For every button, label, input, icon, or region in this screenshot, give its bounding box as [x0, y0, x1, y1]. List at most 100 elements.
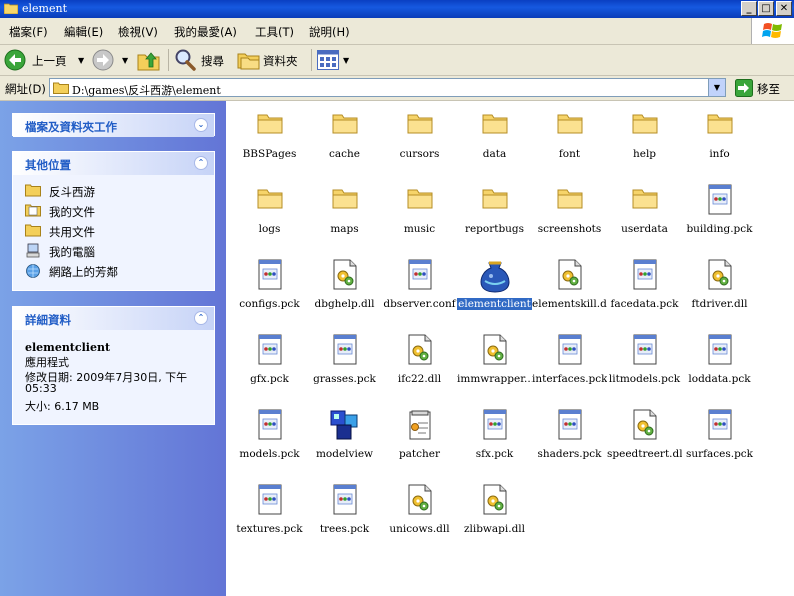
file-list-view[interactable]: BBSPages cache cursors data font help info logs…: [226, 101, 794, 596]
file-name: ifc22.dll: [397, 373, 442, 385]
file-item[interactable]: font: [532, 109, 607, 179]
file-item[interactable]: facedata.pck: [607, 259, 682, 329]
forward-button[interactable]: ▼: [92, 48, 132, 72]
maximize-button[interactable]: □: [758, 1, 774, 16]
file-item[interactable]: logs: [232, 184, 307, 254]
search-button[interactable]: 搜尋: [173, 48, 233, 72]
close-button[interactable]: ✕: [776, 1, 792, 16]
file-item[interactable]: interfaces.pck: [532, 334, 607, 404]
file-name: immwrapper....: [457, 373, 532, 385]
file-name: elementskill.dll: [532, 298, 607, 310]
file-item[interactable]: screenshots: [532, 184, 607, 254]
pck-file-icon: [633, 334, 657, 365]
pck-file-icon: [708, 184, 732, 215]
patcher-icon: [409, 410, 431, 440]
file-item[interactable]: userdata: [607, 184, 682, 254]
folder-icon: [407, 114, 433, 134]
other-places-panel: 其他位置 ⌃ 反斗西游 我的文件 共用文件 我的電腦 網路上的芳鄰: [12, 151, 215, 291]
title-bar[interactable]: element _ □ ✕: [0, 0, 794, 18]
file-item[interactable]: elementclient: [457, 259, 532, 329]
file-item[interactable]: dbghelp.dll: [307, 259, 382, 329]
file-name: screenshots: [537, 223, 602, 235]
back-button[interactable]: 上一頁 ▼: [4, 48, 90, 72]
file-item[interactable]: models.pck: [232, 409, 307, 479]
details-size: 大小: 6.17 MB: [25, 400, 100, 413]
file-item[interactable]: textures.pck: [232, 484, 307, 554]
file-item[interactable]: gfx.pck: [232, 334, 307, 404]
minimize-button[interactable]: _: [741, 1, 757, 16]
file-item[interactable]: patcher: [382, 409, 457, 479]
pck-file-icon: [483, 409, 507, 440]
file-item[interactable]: configs.pck: [232, 259, 307, 329]
menu-file[interactable]: 檔案(F): [9, 24, 48, 40]
pck-file-icon: [708, 409, 732, 440]
up-folder-button[interactable]: [137, 48, 163, 72]
details-type: 應用程式: [25, 356, 69, 369]
file-item[interactable]: immwrapper....: [457, 334, 532, 404]
file-name: configs.pck: [239, 298, 300, 310]
file-item[interactable]: ifc22.dll: [382, 334, 457, 404]
folder-icon: [707, 114, 733, 134]
file-item[interactable]: shaders.pck: [532, 409, 607, 479]
windows-logo: [751, 18, 794, 44]
file-item[interactable]: BBSPages: [232, 109, 307, 179]
menu-edit[interactable]: 編輯(E): [64, 24, 103, 40]
file-item[interactable]: speedtreert.dll: [607, 409, 682, 479]
file-tasks-header[interactable]: 檔案及資料夾工作 ⌄: [13, 114, 214, 137]
views-button[interactable]: ▼: [317, 48, 353, 72]
folder-icon: [53, 82, 69, 94]
collapse-chevron-icon[interactable]: ⌃: [194, 156, 208, 170]
file-item[interactable]: modelview: [307, 409, 382, 479]
search-icon: [175, 49, 196, 71]
file-name: shaders.pck: [537, 448, 602, 460]
expand-chevron-icon[interactable]: ⌄: [194, 118, 208, 132]
details-header[interactable]: 詳細資料 ⌃: [13, 307, 214, 330]
menu-tools[interactable]: 工具(T): [255, 24, 294, 40]
forward-dropdown-icon[interactable]: ▼: [122, 56, 128, 65]
folder-icon: [632, 189, 658, 209]
file-name: interfaces.pck: [532, 373, 607, 385]
address-dropdown-icon[interactable]: ▼: [708, 79, 725, 96]
go-button[interactable]: 移至: [733, 79, 793, 97]
file-item[interactable]: litmodels.pck: [607, 334, 682, 404]
file-item[interactable]: sfx.pck: [457, 409, 532, 479]
collapse-chevron-icon[interactable]: ⌃: [194, 311, 208, 325]
file-item[interactable]: cursors: [382, 109, 457, 179]
back-dropdown-icon[interactable]: ▼: [78, 56, 84, 65]
menu-view[interactable]: 檢視(V): [118, 24, 158, 40]
details-name: elementclient: [25, 341, 111, 354]
file-item[interactable]: info: [682, 109, 757, 179]
my-documents-icon: [25, 204, 41, 217]
address-bar: 網址(D) D:\games\反斗西游\element ▼ 移至: [0, 76, 794, 101]
file-tasks-panel: 檔案及資料夾工作 ⌄: [12, 113, 215, 137]
file-item[interactable]: grasses.pck: [307, 334, 382, 404]
file-item[interactable]: reportbugs: [457, 184, 532, 254]
file-item[interactable]: maps: [307, 184, 382, 254]
file-item[interactable]: cache: [307, 109, 382, 179]
file-item[interactable]: help: [607, 109, 682, 179]
file-item[interactable]: elementskill.dll: [532, 259, 607, 329]
file-item[interactable]: zlibwapi.dll: [457, 484, 532, 554]
file-item[interactable]: trees.pck: [307, 484, 382, 554]
folder-icon: [557, 114, 583, 134]
dll-file-icon: [708, 259, 732, 290]
file-item[interactable]: data: [457, 109, 532, 179]
file-item[interactable]: building.pck: [682, 184, 757, 254]
file-item[interactable]: music: [382, 184, 457, 254]
menu-help[interactable]: 說明(H): [309, 24, 350, 40]
network-places-icon: [26, 264, 40, 278]
folder-icon: [4, 3, 18, 14]
modelview-app-icon: [330, 410, 358, 440]
address-input[interactable]: D:\games\反斗西游\element ▼: [49, 78, 726, 97]
pck-file-icon: [408, 259, 432, 290]
menu-favorites[interactable]: 我的最愛(A): [174, 24, 237, 40]
pck-file-icon: [258, 409, 282, 440]
folders-button[interactable]: 資料夾: [237, 48, 307, 72]
file-item[interactable]: unicows.dll: [382, 484, 457, 554]
file-item[interactable]: ftdriver.dll: [682, 259, 757, 329]
file-item[interactable]: dbserver.conf: [382, 259, 457, 329]
file-item[interactable]: loddata.pck: [682, 334, 757, 404]
file-item[interactable]: surfaces.pck: [682, 409, 757, 479]
toolbar: 上一頁 ▼ ▼ 搜尋 資料夾 ▼: [0, 45, 794, 76]
other-places-header[interactable]: 其他位置 ⌃: [13, 152, 214, 175]
